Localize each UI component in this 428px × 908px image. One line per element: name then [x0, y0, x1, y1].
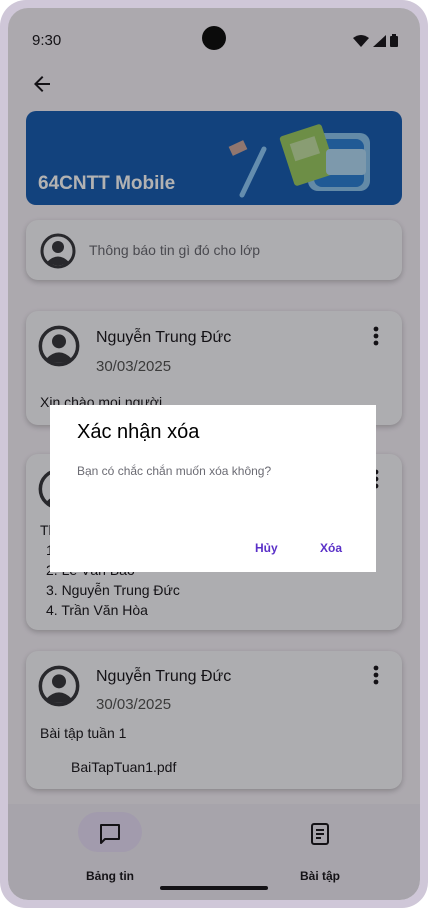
dialog-message: Bạn có chắc chắn muốn xóa không?: [77, 464, 272, 478]
screen: 9:30 64CNTT Mobile Thông báo tin gì đó c…: [8, 8, 420, 900]
dialog-title: Xác nhận xóa: [77, 421, 200, 443]
delete-button[interactable]: Xóa: [320, 541, 342, 555]
cancel-button[interactable]: Hủy: [255, 541, 278, 555]
confirm-delete-dialog: Xác nhận xóa Bạn có chắc chắn muốn xóa k…: [50, 405, 376, 572]
device-frame: 9:30 64CNTT Mobile Thông báo tin gì đó c…: [0, 0, 428, 908]
